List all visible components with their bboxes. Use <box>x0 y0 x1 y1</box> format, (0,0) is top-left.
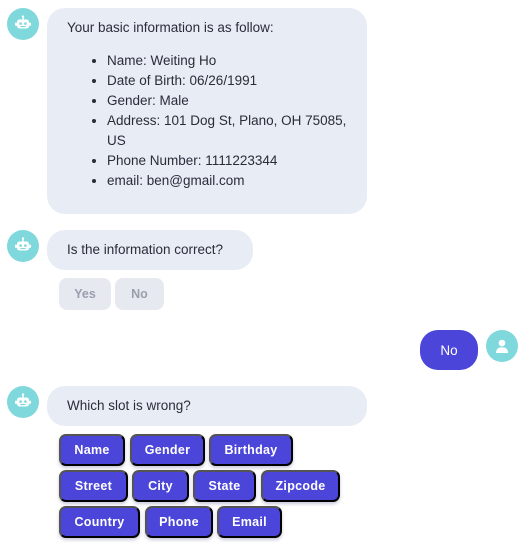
slot-button-state[interactable]: State <box>193 470 256 502</box>
message-text: Is the information correct? <box>67 242 224 257</box>
slot-button-gender[interactable]: Gender <box>130 434 205 466</box>
slot-button-email[interactable]: Email <box>217 506 282 538</box>
user-message: No <box>420 330 478 370</box>
user-icon <box>496 339 508 353</box>
info-item-gender: Gender: Male <box>107 91 347 111</box>
info-item-phone: Phone Number: 1111223344 <box>107 151 347 171</box>
message-text: Which slot is wrong? <box>67 398 191 413</box>
user-avatar <box>486 330 518 362</box>
slot-button-country[interactable]: Country <box>59 506 140 538</box>
yes-button: Yes <box>59 278 111 310</box>
bot-message-confirm: Is the information correct? <box>47 230 253 270</box>
info-item-address: Address: 101 Dog St, Plano, OH 75085, US <box>107 111 347 151</box>
slot-button-name[interactable]: Name <box>59 434 125 466</box>
info-item-name: Name: Weiting Ho <box>107 51 347 71</box>
robot-icon <box>15 237 31 251</box>
info-item-date-of-birth: Date of Birth: 06/26/1991 <box>107 71 347 91</box>
bot-message-basic-info: Your basic information is as follow: Nam… <box>47 8 367 214</box>
slot-button-zipcode[interactable]: Zipcode <box>261 470 340 502</box>
info-list: Name: Weiting Ho Date of Birth: 06/26/19… <box>67 51 347 191</box>
bot-message-which-slot: Which slot is wrong? <box>47 386 367 426</box>
bot-avatar <box>7 230 39 262</box>
no-button: No <box>115 278 164 310</box>
bot-avatar <box>7 8 39 40</box>
robot-icon <box>15 393 31 407</box>
slot-button-street[interactable]: Street <box>59 470 128 502</box>
bot-avatar <box>7 386 39 418</box>
info-item-email: email: ben@gmail.com <box>107 171 347 191</box>
robot-icon <box>15 15 31 29</box>
slot-button-birthday[interactable]: Birthday <box>209 434 293 466</box>
message-text: No <box>440 342 458 358</box>
slot-button-phone[interactable]: Phone <box>145 506 213 538</box>
slot-button-city[interactable]: City <box>132 470 189 502</box>
message-text: Your basic information is as follow: <box>67 20 274 35</box>
